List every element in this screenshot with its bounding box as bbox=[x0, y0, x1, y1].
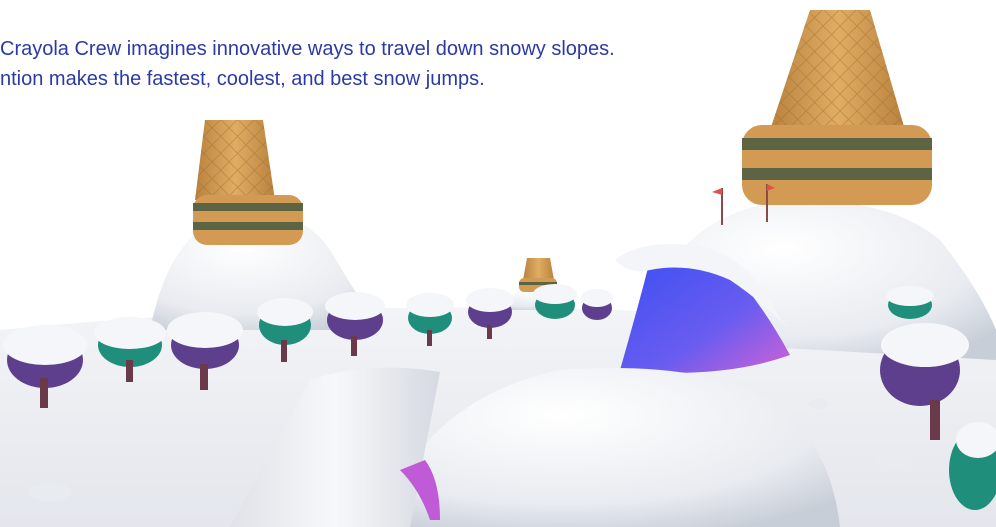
caption-line-2: ntion makes the fastest, coolest, and be… bbox=[0, 68, 485, 90]
caption-line-1: Crayola Crew imagines innovative ways to… bbox=[0, 38, 615, 60]
scene-caption: Crayola Crew imagines innovative ways to… bbox=[0, 34, 615, 94]
ice-cream-cone-mountain-right bbox=[742, 10, 932, 205]
snow-scene-stage: Crayola Crew imagines innovative ways to… bbox=[0, 0, 996, 527]
ice-cream-cone-mountain-left bbox=[193, 120, 303, 245]
